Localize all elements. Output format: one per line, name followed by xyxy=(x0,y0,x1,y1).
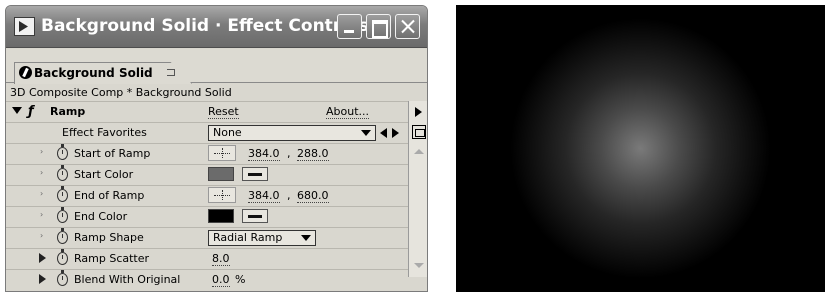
layer-icon xyxy=(19,66,32,79)
ramp-shape-value: Radial Ramp xyxy=(213,231,283,244)
fx-icon[interactable]: ƒ xyxy=(28,104,34,119)
scroll-down-icon[interactable] xyxy=(414,263,424,268)
tab-strip: Background Solid xyxy=(6,49,427,84)
param-label: Ramp Scatter xyxy=(74,252,150,265)
tab-menu-icon[interactable] xyxy=(167,69,175,76)
crosshair-icon[interactable] xyxy=(208,145,236,161)
effect-name: Ramp xyxy=(50,105,86,118)
eyedropper-icon[interactable] xyxy=(242,167,268,181)
param-label: Blend With Original xyxy=(74,273,181,286)
stopwatch-icon[interactable] xyxy=(57,186,68,202)
expand-triangle-icon[interactable] xyxy=(39,253,46,263)
favorites-value: None xyxy=(213,126,242,139)
stopwatch-icon[interactable] xyxy=(57,270,68,286)
effect-header-row: ƒ Ramp Reset About... xyxy=(6,101,408,122)
expand-triangle-icon[interactable] xyxy=(39,274,46,284)
collapse-triangle-icon[interactable] xyxy=(12,107,22,114)
window-title: Background Solid · Effect Controls xyxy=(41,16,369,36)
start-of-ramp-row: › Start of Ramp 384.0 , 288.0 xyxy=(6,143,408,164)
expand-twisty-icon[interactable]: › xyxy=(40,211,45,219)
end-of-ramp-row: › End of Ramp 384.0 , 680.0 xyxy=(6,185,408,206)
start-x-value[interactable]: 384.0 xyxy=(248,147,280,161)
scroll-up-icon[interactable] xyxy=(414,149,424,154)
expand-twisty-icon[interactable]: › xyxy=(40,148,45,156)
panel-options-icon[interactable] xyxy=(412,125,426,139)
effect-favorites-row: Effect Favorites None xyxy=(6,122,408,143)
stopwatch-icon[interactable] xyxy=(57,228,68,244)
tab-label: Background Solid xyxy=(34,66,153,80)
ramp-scatter-row: Ramp Scatter 8.0 xyxy=(6,248,408,269)
chevron-down-icon xyxy=(361,130,371,136)
favorites-label: Effect Favorites xyxy=(62,126,147,139)
tab-background-solid[interactable]: Background Solid xyxy=(14,62,192,84)
crosshair-icon[interactable] xyxy=(208,187,236,203)
expand-twisty-icon[interactable]: › xyxy=(40,169,45,177)
blend-unit: % xyxy=(235,273,246,286)
expand-twisty-icon[interactable]: › xyxy=(40,190,45,198)
param-label: Start of Ramp xyxy=(74,147,151,160)
minimize-button[interactable] xyxy=(337,14,362,39)
maximize-button[interactable] xyxy=(366,14,391,39)
param-label: End Color xyxy=(74,210,128,223)
stopwatch-icon[interactable] xyxy=(57,207,68,223)
chevron-down-icon xyxy=(301,235,311,241)
ramp-shape-row: › Ramp Shape Radial Ramp xyxy=(6,227,408,248)
breadcrumb: 3D Composite Comp * Background Solid xyxy=(10,86,232,99)
coord-separator: , xyxy=(287,189,291,202)
start-color-row: › Start Color xyxy=(6,164,408,185)
next-favorite-icon[interactable] xyxy=(392,128,399,138)
eyedropper-icon[interactable] xyxy=(242,209,268,223)
start-y-value[interactable]: 288.0 xyxy=(297,147,329,161)
blend-value[interactable]: 0.0 xyxy=(212,273,230,287)
end-y-value[interactable]: 680.0 xyxy=(297,189,329,203)
about-link[interactable]: About... xyxy=(326,105,370,119)
stopwatch-icon[interactable] xyxy=(57,144,68,160)
ramp-shape-dropdown[interactable]: Radial Ramp xyxy=(208,230,316,246)
previous-favorite-icon[interactable] xyxy=(380,128,387,138)
stopwatch-icon[interactable] xyxy=(57,249,68,265)
end-color-row: › End Color xyxy=(6,206,408,227)
favorites-dropdown[interactable]: None xyxy=(208,125,376,141)
vertical-scrollbar[interactable] xyxy=(408,101,427,277)
effect-parameters: ƒ Ramp Reset About... Effect Favorites N… xyxy=(6,101,408,291)
reset-link[interactable]: Reset xyxy=(208,105,239,119)
param-label: Ramp Shape xyxy=(74,231,144,244)
param-label: End of Ramp xyxy=(74,189,145,202)
start-color-swatch[interactable] xyxy=(208,167,234,181)
end-x-value[interactable]: 384.0 xyxy=(248,189,280,203)
blend-row: Blend With Original 0.0 % xyxy=(6,269,408,290)
param-label: Start Color xyxy=(74,168,134,181)
expand-twisty-icon[interactable]: › xyxy=(40,232,45,240)
ramp-scatter-value[interactable]: 8.0 xyxy=(212,252,230,266)
stopwatch-icon[interactable] xyxy=(57,165,68,181)
effect-controls-window: Background Solid · Effect Controls Backg… xyxy=(5,5,428,292)
title-bar[interactable]: Background Solid · Effect Controls xyxy=(6,6,427,48)
end-color-swatch[interactable] xyxy=(208,209,234,223)
panel-menu-arrow-icon[interactable] xyxy=(415,107,422,117)
coord-separator: , xyxy=(287,147,291,160)
close-button[interactable] xyxy=(395,14,420,39)
composition-preview xyxy=(456,5,825,292)
app-icon[interactable] xyxy=(14,17,35,36)
